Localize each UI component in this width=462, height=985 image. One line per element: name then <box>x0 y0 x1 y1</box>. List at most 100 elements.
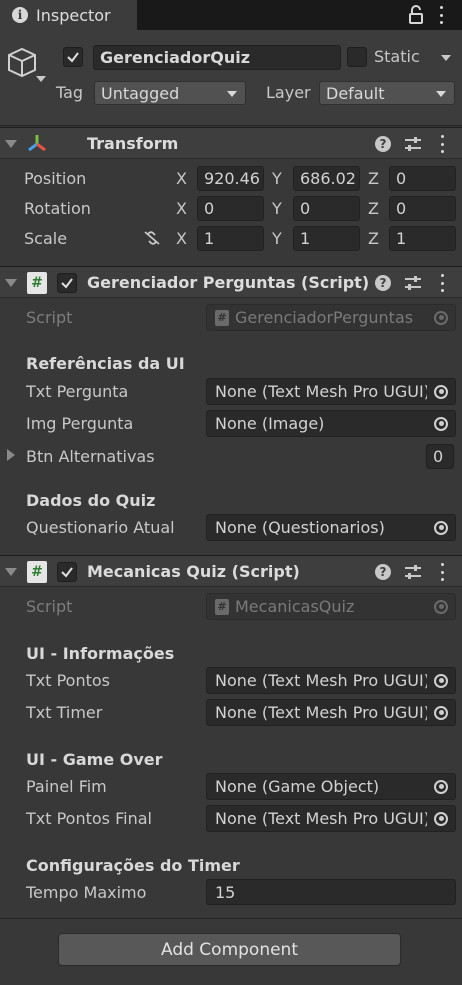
foldout-arrow-icon[interactable] <box>5 140 17 148</box>
active-checkbox[interactable] <box>63 47 83 67</box>
txt-timer-label: Txt Timer <box>26 703 103 722</box>
help-icon[interactable]: ? <box>375 564 391 580</box>
tab-bar: i Inspector <box>0 0 462 30</box>
more-options-icon[interactable] <box>439 135 445 153</box>
section-ui-game-over: UI - Game Over <box>26 750 163 769</box>
object-picker-icon[interactable] <box>427 515 455 540</box>
object-picker-icon[interactable] <box>427 700 455 725</box>
script-reference-value: MecanicasQuiz <box>235 597 355 616</box>
object-picker-icon[interactable] <box>427 806 455 831</box>
axis-y-label: Y <box>272 229 282 248</box>
constrain-proportions-icon[interactable] <box>142 229 162 247</box>
axis-z-label: Z <box>368 199 379 218</box>
axis-z-label: Z <box>368 229 379 248</box>
object-picker-icon[interactable] <box>427 379 455 404</box>
foldout-arrow-icon[interactable] <box>5 568 17 576</box>
rotation-y-input[interactable]: 0 <box>293 196 360 221</box>
txt-pontos-final-value: None (Text Mesh Pro UGUI) <box>215 809 430 828</box>
presets-sliders-icon[interactable] <box>404 275 422 291</box>
txt-pontos-final-label: Txt Pontos Final <box>26 809 152 828</box>
gameobject-cube-icon[interactable] <box>6 46 40 82</box>
questionario-label: Questionario Atual <box>26 518 175 537</box>
presets-sliders-icon[interactable] <box>404 136 422 152</box>
transform-icon <box>28 135 46 152</box>
script-icon: # <box>27 272 47 294</box>
position-x-input[interactable]: 920.46 <box>197 166 264 191</box>
tag-dropdown[interactable]: Untagged <box>94 81 246 105</box>
more-options-icon[interactable] <box>439 274 445 292</box>
object-picker-icon[interactable] <box>427 774 455 799</box>
presets-sliders-icon[interactable] <box>404 564 422 580</box>
script-reference-field: # GerenciadorPerguntas <box>206 304 456 331</box>
axis-z-label: Z <box>368 169 379 188</box>
more-options-icon[interactable] <box>438 6 444 24</box>
btn-alternativas-foldout-icon[interactable] <box>7 449 15 461</box>
txt-timer-field[interactable]: None (Text Mesh Pro UGUI) <box>206 699 456 726</box>
scale-x-input[interactable]: 1 <box>197 226 264 251</box>
axis-y-label: Y <box>272 199 282 218</box>
gerenciador-title: Gerenciador Perguntas (Script) <box>87 273 370 292</box>
mecanicas-quiz-header[interactable]: # Mecanicas Quiz (Script) ? <box>0 555 462 587</box>
txt-pergunta-label: Txt Pergunta <box>26 382 129 401</box>
help-icon[interactable]: ? <box>375 275 391 291</box>
questionario-field[interactable]: None (Questionarios) <box>206 514 456 541</box>
scale-z-input[interactable]: 1 <box>389 226 456 251</box>
txt-pontos-field[interactable]: None (Text Mesh Pro UGUI) <box>206 667 456 694</box>
tab-inspector[interactable]: i Inspector <box>0 0 137 30</box>
object-name-input[interactable]: GerenciadorQuiz <box>93 45 341 70</box>
layer-value: Default <box>326 83 385 103</box>
img-pergunta-field[interactable]: None (Image) <box>206 410 456 437</box>
scale-label: Scale <box>24 229 68 248</box>
txt-pergunta-field[interactable]: None (Text Mesh Pro UGUI) <box>206 378 456 405</box>
chevron-down-icon <box>227 91 237 97</box>
icon-dropdown-caret[interactable] <box>36 76 46 82</box>
static-label: Static <box>374 47 420 66</box>
transform-title: Transform <box>87 134 179 153</box>
tempo-maximo-label: Tempo Maximo <box>26 883 147 902</box>
section-referencias-ui: Referências da UI <box>26 354 185 373</box>
section-configuracoes-timer: Configurações do Timer <box>26 856 240 875</box>
component-enabled-checkbox[interactable] <box>57 273 77 293</box>
tag-label: Tag <box>56 83 84 102</box>
lock-icon[interactable] <box>408 5 424 25</box>
script-reference-field: # MecanicasQuiz <box>206 593 456 620</box>
axis-y-label: Y <box>272 169 282 188</box>
position-z-input[interactable]: 0 <box>389 166 456 191</box>
painel-fim-field[interactable]: None (Game Object) <box>206 773 456 800</box>
rotation-z-input[interactable]: 0 <box>389 196 456 221</box>
txt-pontos-value: None (Text Mesh Pro UGUI) <box>215 671 430 690</box>
script-small-icon: # <box>215 598 229 615</box>
btn-alternativas-label[interactable]: Btn Alternativas <box>26 447 155 466</box>
position-y-input[interactable]: 686.02 <box>293 166 360 191</box>
object-picker-icon[interactable] <box>427 411 455 436</box>
help-icon[interactable]: ? <box>375 136 391 152</box>
tempo-maximo-input[interactable]: 15 <box>206 879 456 905</box>
component-enabled-checkbox[interactable] <box>57 562 77 582</box>
rotation-x-input[interactable]: 0 <box>197 196 264 221</box>
txt-pontos-label: Txt Pontos <box>26 671 111 690</box>
questionario-value: None (Questionarios) <box>215 518 385 537</box>
btn-alternativas-size-input[interactable]: 0 <box>426 444 454 469</box>
object-picker-icon[interactable] <box>427 668 455 693</box>
transform-header[interactable]: Transform ? <box>0 127 462 159</box>
static-dropdown-caret[interactable] <box>441 55 451 61</box>
axis-x-label: X <box>176 169 187 188</box>
layer-dropdown[interactable]: Default <box>319 81 455 105</box>
script-label: Script <box>26 308 73 327</box>
painel-fim-value: None (Game Object) <box>215 777 380 796</box>
script-small-icon: # <box>215 309 229 326</box>
section-dados-quiz: Dados do Quiz <box>26 491 156 510</box>
object-picker-icon <box>427 594 455 619</box>
rotation-label: Rotation <box>24 199 91 218</box>
foldout-arrow-icon[interactable] <box>5 279 17 287</box>
txt-timer-value: None (Text Mesh Pro UGUI) <box>215 703 430 722</box>
static-checkbox[interactable] <box>347 47 367 67</box>
txt-pontos-final-field[interactable]: None (Text Mesh Pro UGUI) <box>206 805 456 832</box>
more-options-icon[interactable] <box>439 563 445 581</box>
script-reference-value: GerenciadorPerguntas <box>235 308 414 327</box>
gerenciador-perguntas-header[interactable]: # Gerenciador Perguntas (Script) ? <box>0 266 462 298</box>
position-label: Position <box>24 169 87 188</box>
scale-y-input[interactable]: 1 <box>293 226 360 251</box>
add-component-button[interactable]: Add Component <box>58 933 401 966</box>
script-label: Script <box>26 597 73 616</box>
